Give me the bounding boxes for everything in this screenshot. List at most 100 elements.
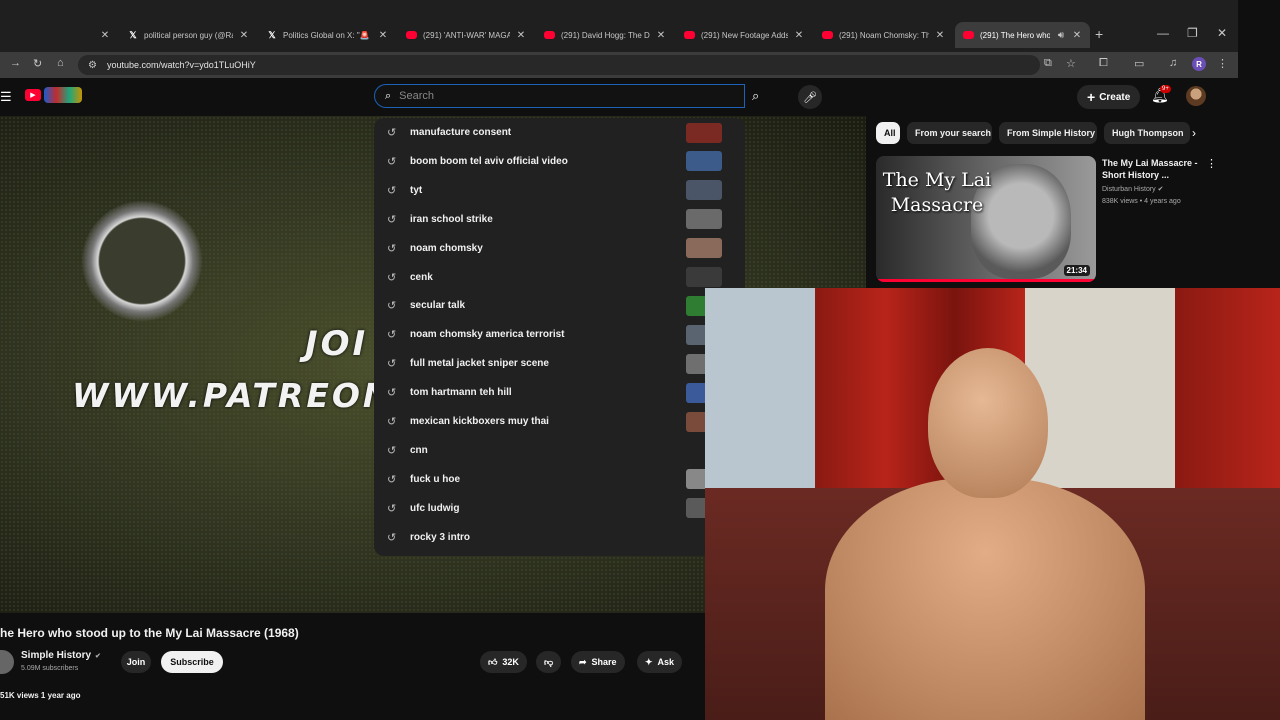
recommended-video-title[interactable]: The My Lai Massacre - Short History ... (1102, 157, 1202, 181)
search-suggestion-item[interactable]: ↺ full metal jacket sniper scene (374, 349, 745, 378)
tab-close-icon[interactable]: ✕ (516, 30, 526, 41)
suggestion-text: fuck u hoe (410, 473, 461, 485)
dislike-button[interactable]: 👎︎ (536, 651, 562, 673)
browser-tab[interactable]: (291) 'ANTI-WAR' MAGA ✕ (398, 22, 534, 48)
forward-icon[interactable]: → (10, 57, 21, 69)
tab-close-icon[interactable]: ✕ (100, 30, 110, 41)
tab-title: Politics Global on X: "🚨 (283, 30, 370, 40)
browser-tab[interactable]: 𝕏political person guy (@Ra ✕ (120, 22, 257, 48)
suggestion-text: tyt (410, 184, 423, 196)
sidebar-icon[interactable]: ▭ (1134, 57, 1144, 70)
tab-title: (291) Noam Chomsky: The (839, 30, 929, 40)
recommended-video-channel[interactable]: Disturban History ✔ (1102, 185, 1164, 193)
voice-search-icon[interactable]: 🎤︎ (798, 85, 822, 109)
search-suggestion-item[interactable]: ↺ cnn (374, 436, 745, 465)
history-icon: ↺ (387, 473, 397, 486)
more-actions-icon[interactable]: ⋮ (1206, 157, 1217, 170)
suggestion-text: boom boom tel aviv official video (410, 155, 568, 167)
tab-audio-icon[interactable]: 🔊︎ (1056, 30, 1066, 41)
reload-icon[interactable]: ↻ (33, 57, 42, 70)
tab-title: (291) The Hero who st (980, 30, 1050, 40)
extensions-icon[interactable]: ⧠ (1099, 57, 1108, 70)
thumbs-down-icon: 👎︎ (544, 656, 554, 667)
browser-tab[interactable]: (291) Noam Chomsky: The ✕ (814, 22, 953, 48)
youtube-header: ☰ ▶ ⌕ ⌕ 🎤︎ + Create 🔔︎ 9+ (0, 78, 1238, 116)
search-suggestion-item[interactable]: ↺ rocky 3 intro (374, 523, 745, 552)
create-button[interactable]: + Create (1077, 85, 1141, 109)
tab-close-icon[interactable]: ✕ (239, 30, 249, 41)
search-suggestion-item[interactable]: ↺ boom boom tel aviv official video (374, 147, 745, 176)
address-bar[interactable]: ⚙ youtube.com/watch?v=ydo1TLuOHiY (78, 55, 1040, 75)
views-line: 51K views 1 year ago (0, 691, 81, 700)
tab-close-icon[interactable]: ✕ (794, 30, 804, 41)
search-suggestion-item[interactable]: ↺ fuck u hoe (374, 465, 745, 494)
browser-tab[interactable]: (291) The Hero who st 🔊︎ ✕ (955, 22, 1090, 48)
search-suggestion-item[interactable]: ↺ ufc ludwig (374, 494, 745, 523)
share-button[interactable]: ➦ Share (571, 651, 625, 673)
guide-menu-icon[interactable]: ☰ (0, 89, 12, 105)
tab-title: (291) New Footage Adds (701, 30, 788, 40)
browser-tab[interactable]: 𝕏 Politics Global on X: "🚨 ✕ (259, 22, 396, 48)
channel-name[interactable]: Simple History ✔ (21, 650, 101, 661)
filter-chip[interactable]: From your search (907, 122, 992, 144)
bullet-hole-graphic (82, 201, 202, 321)
join-button[interactable]: Join (121, 651, 151, 673)
tab-close-icon[interactable]: ✕ (656, 30, 666, 41)
install-app-icon[interactable]: ⧉ (1044, 57, 1052, 70)
browser-tab[interactable]: ✕ (0, 22, 118, 48)
screen: ✕ 𝕏political person guy (@Ra ✕ 𝕏 Politics Gl… (0, 0, 1280, 720)
suggestion-text: rocky 3 intro (410, 531, 471, 543)
chips-next-icon[interactable]: › (1192, 126, 1196, 140)
tab-title: (291) 'ANTI-WAR' MAGA (423, 30, 510, 40)
menu-dots-icon[interactable]: ⋮ (1217, 57, 1228, 70)
site-info-icon[interactable]: ⚙ (88, 60, 97, 71)
browser-tab[interactable]: (291) David Hogg: The De ✕ (536, 22, 674, 48)
tab-title: (291) David Hogg: The De (561, 30, 650, 40)
search-button[interactable]: ⌕ (752, 88, 759, 104)
new-tab-button[interactable]: + (1095, 26, 1103, 42)
subscribe-button[interactable]: Subscribe (161, 651, 223, 673)
minimize-icon[interactable]: — (1157, 26, 1169, 40)
search-suggestion-item[interactable]: ↺ noam chomsky america terrorist (374, 320, 745, 349)
tab-close-icon[interactable]: ✕ (1072, 30, 1082, 41)
search-suggestion-item[interactable]: ↺ manufacture consent (374, 118, 745, 147)
verified-icon: ✔ (1157, 186, 1164, 193)
youtube-doodle[interactable] (44, 87, 82, 103)
share-label: Share (591, 657, 617, 667)
suggestion-text: noam chomsky (410, 242, 483, 254)
filter-chip[interactable]: All (876, 122, 900, 144)
tab-close-icon[interactable]: ✕ (935, 30, 945, 41)
suggestion-thumbnail (686, 122, 722, 143)
ask-button[interactable]: ✦ Ask (637, 651, 683, 673)
thumbs-up-icon: 👍︎ (488, 656, 498, 667)
search-suggestion-item[interactable]: ↺ tom hartmann teh hill (374, 378, 745, 407)
search-suggestion-item[interactable]: ↺ iran school strike (374, 205, 745, 234)
recommended-video-thumbnail[interactable]: The My Lai Massacre 21:34 (876, 156, 1096, 282)
search-suggestion-item[interactable]: ↺ noam chomsky (374, 234, 745, 263)
browser-profile-avatar[interactable]: R (1192, 57, 1206, 71)
media-icon[interactable]: ♫ (1169, 57, 1177, 69)
filter-chip[interactable]: From Simple History (999, 122, 1097, 144)
history-icon: ↺ (387, 155, 397, 168)
browser-tab[interactable]: (291) New Footage Adds ✕ (676, 22, 812, 48)
bookmark-star-icon[interactable]: ☆ (1066, 57, 1076, 70)
account-avatar[interactable] (1186, 86, 1206, 106)
channel-name-text: Simple History (21, 650, 92, 661)
like-button[interactable]: 👍︎ 32K (480, 651, 527, 673)
restore-icon[interactable]: ❐ (1187, 26, 1198, 40)
search-suggestion-item[interactable]: ↺ tyt (374, 176, 745, 205)
close-window-icon[interactable]: ✕ (1217, 26, 1227, 40)
suggestion-thumbnail (686, 267, 722, 287)
search-input[interactable] (399, 90, 700, 102)
filter-chip[interactable]: Hugh Thompson (1104, 122, 1190, 144)
search-suggestion-item[interactable]: ↺ cenk (374, 263, 745, 292)
youtube-logo-icon[interactable]: ▶ (25, 89, 41, 101)
search-suggestion-item[interactable]: ↺ secular talk (374, 291, 745, 320)
search-suggestion-item[interactable]: ↺ mexican kickboxers muy thai (374, 407, 745, 436)
home-icon[interactable]: ⌂ (57, 57, 64, 69)
history-icon: ↺ (387, 416, 397, 428)
suggestion-text: cnn (410, 444, 428, 456)
search-box[interactable]: ⌕ (374, 84, 745, 108)
tab-close-icon[interactable]: ✕ (378, 30, 388, 41)
channel-avatar[interactable] (0, 650, 14, 674)
